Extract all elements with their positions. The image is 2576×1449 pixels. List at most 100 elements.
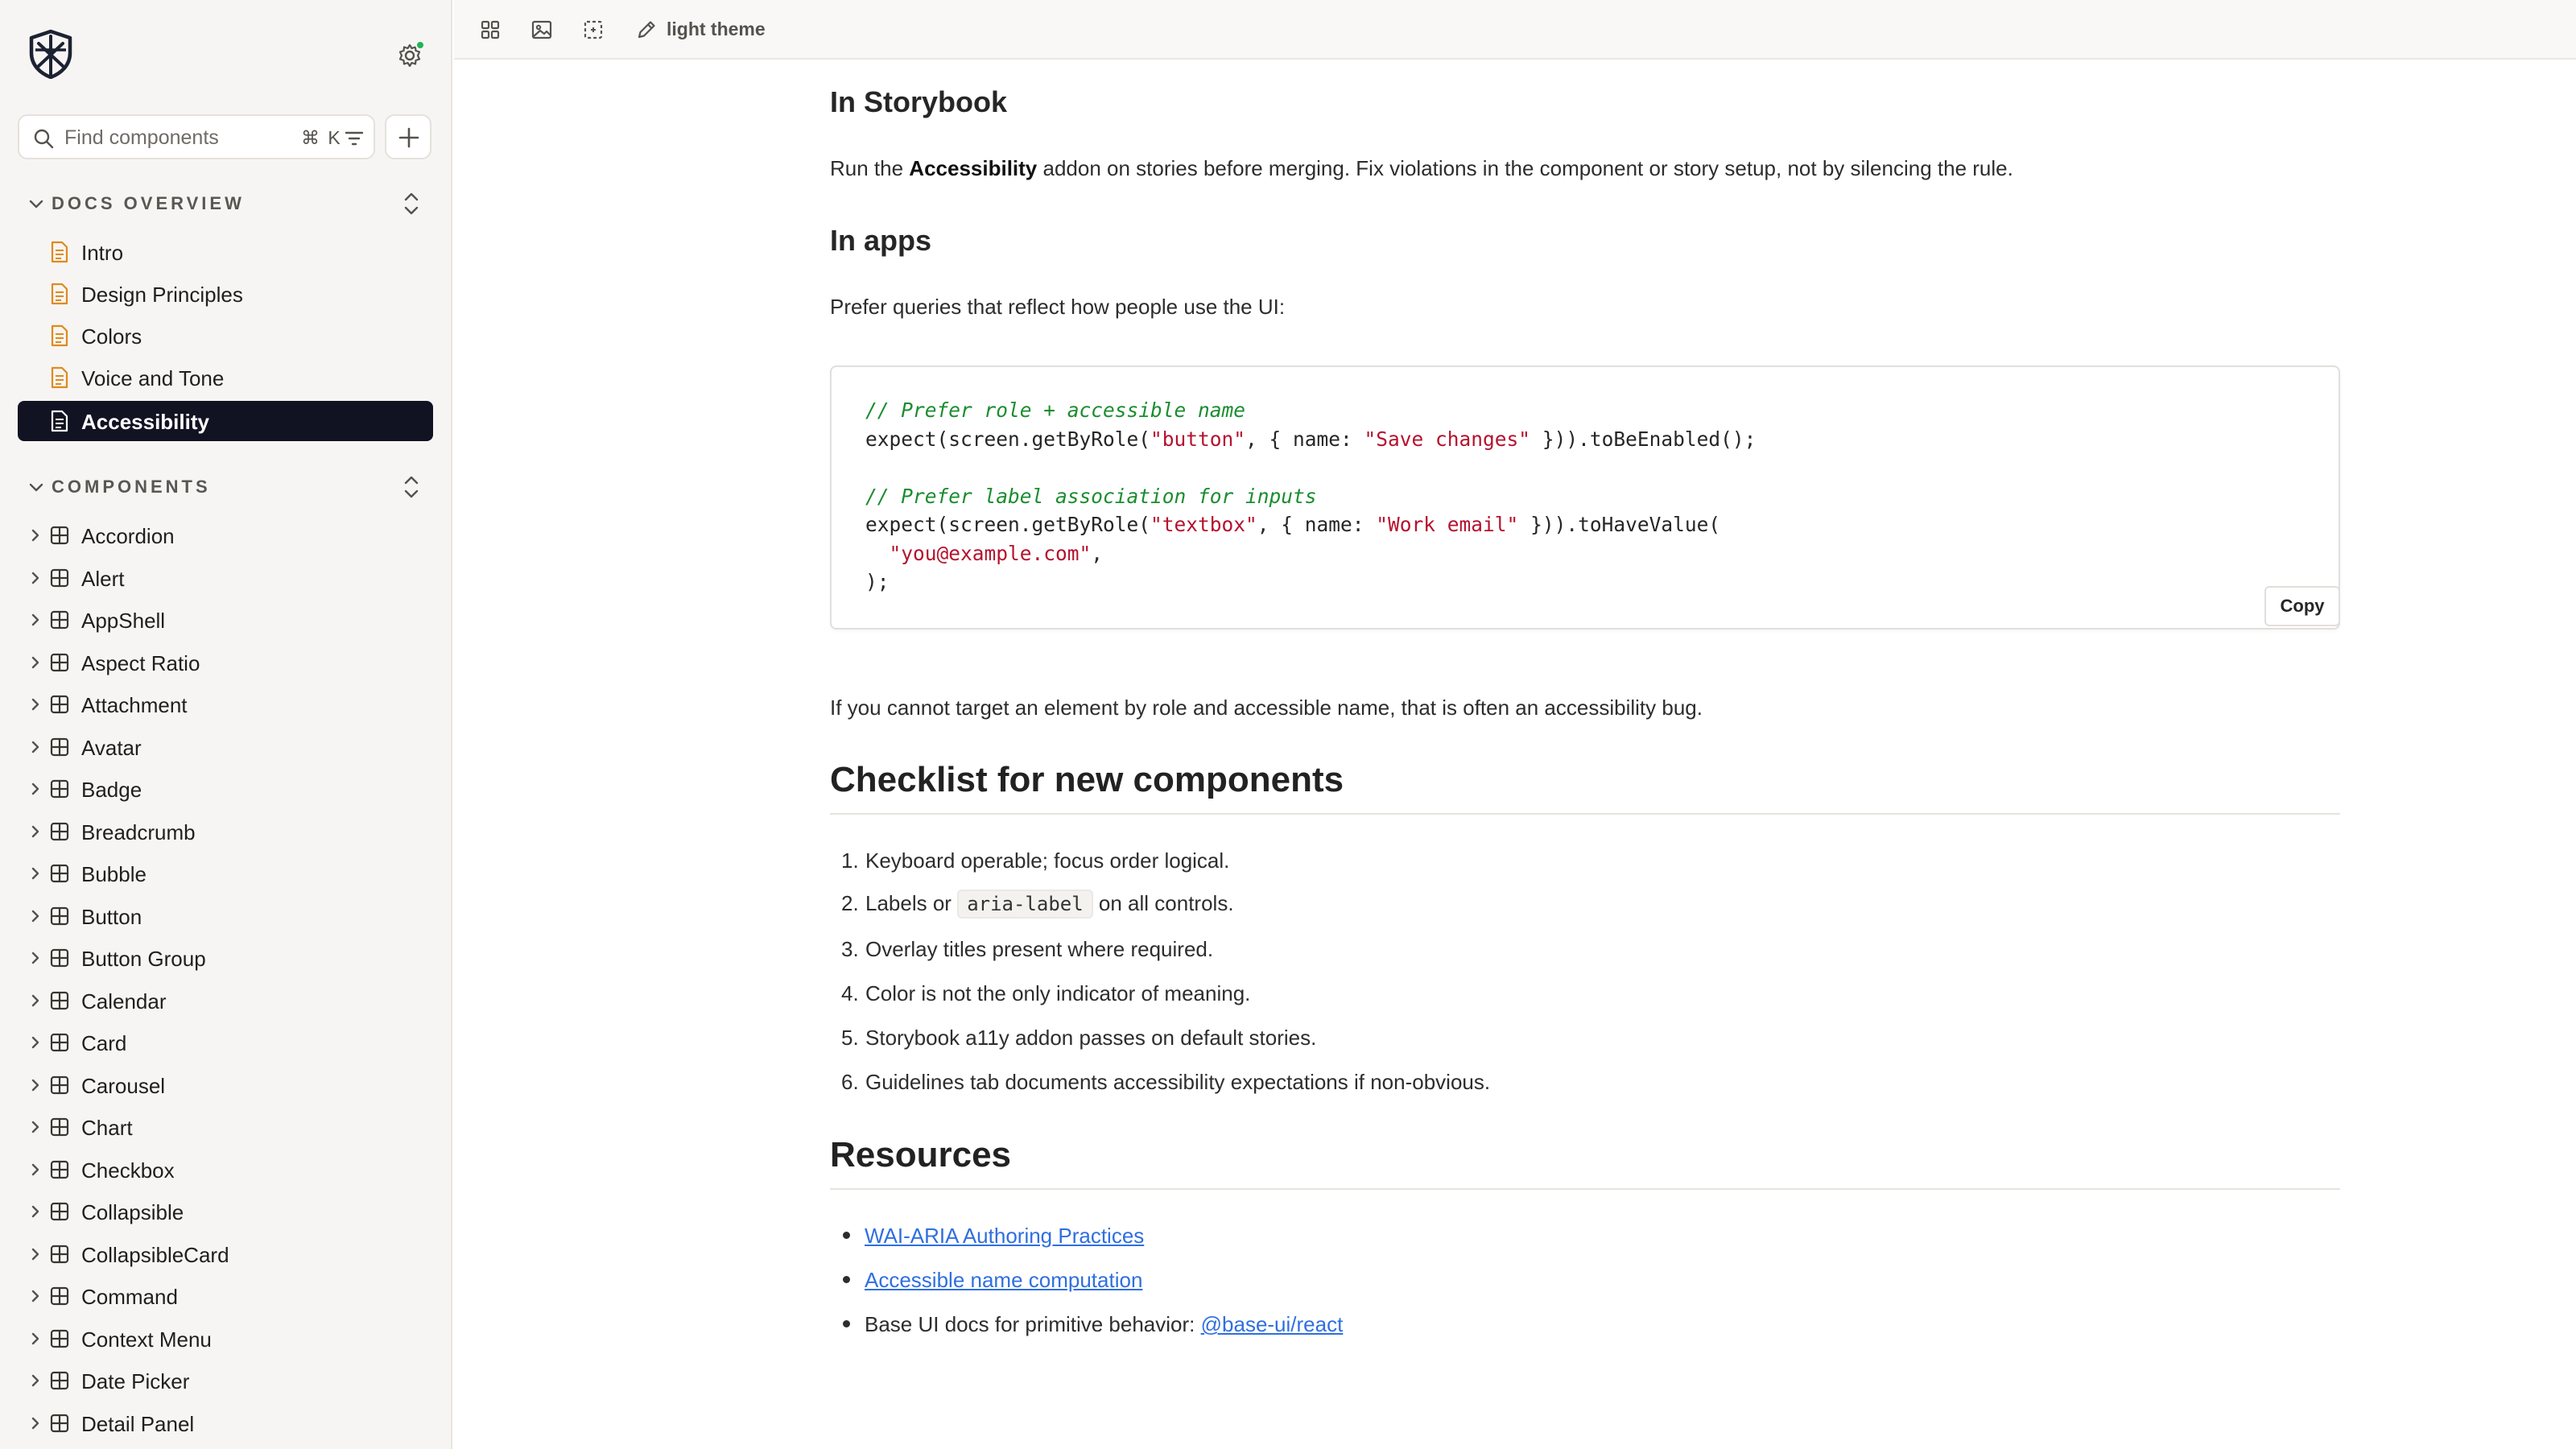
sidebar-component-label: Calendar [81, 989, 167, 1013]
sidebar-component-label: Command [81, 1285, 178, 1309]
document-icon [51, 324, 68, 347]
document-icon [51, 283, 68, 305]
brand-logo[interactable] [27, 29, 74, 80]
sidebar-component-item[interactable]: Collapsible [18, 1191, 433, 1232]
checklist-item: 2. Labels or aria-label on all controls. [841, 890, 1234, 919]
base-ui-link[interactable]: @base-ui/react [1201, 1312, 1344, 1336]
chevron-right-icon[interactable] [27, 1372, 43, 1389]
heading-in-storybook: In Storybook [830, 85, 1008, 118]
sidebar-component-item[interactable]: Detail Panel [18, 1403, 433, 1443]
chevron-right-icon[interactable] [27, 1330, 43, 1348]
sidebar-component-item[interactable]: Accordion [18, 515, 433, 555]
chevron-down-icon [29, 200, 43, 208]
sidebar-doc-item[interactable]: Colors [18, 316, 433, 356]
collapse-toggle-icon[interactable] [401, 472, 422, 502]
target-paragraph: If you cannot target an element by role … [830, 696, 1703, 720]
filter-icon[interactable] [343, 127, 365, 150]
measure-frame-icon[interactable] [581, 18, 605, 42]
chevron-right-icon[interactable] [27, 569, 43, 587]
sidebar-component-label: Avatar [81, 736, 142, 760]
component-grid-icon [50, 1202, 69, 1221]
heading-in-apps: In apps [830, 224, 932, 257]
chevron-right-icon[interactable] [27, 823, 43, 840]
status-dot [415, 40, 425, 50]
sidebar-component-item[interactable]: Bubble [18, 853, 433, 894]
chevron-right-icon[interactable] [27, 1203, 43, 1220]
sidebar-component-item[interactable]: Carousel [18, 1065, 433, 1105]
sidebar-component-item[interactable]: Calendar [18, 980, 433, 1021]
component-grid-icon [50, 779, 69, 799]
component-grid-icon [50, 948, 69, 968]
collapse-toggle-icon[interactable] [401, 188, 422, 219]
sidebar-component-item[interactable]: AppShell [18, 600, 433, 640]
resource-item: Base UI docs for primitive behavior: @ba… [843, 1312, 1343, 1337]
sidebar-component-item[interactable]: CollapsibleCard [18, 1234, 433, 1274]
resource-item: WAI-ARIA Authoring Practices [843, 1224, 1144, 1249]
search-shortcut: ⌘ K [301, 127, 342, 148]
components-header[interactable]: COMPONENTS [27, 472, 430, 504]
sidebar-component-item[interactable]: Command [18, 1276, 433, 1316]
sidebar-doc-label: Colors [81, 324, 142, 349]
component-grid-icon [50, 737, 69, 757]
search-input[interactable]: Find components ⌘ K [18, 114, 375, 159]
sidebar-component-item[interactable]: Alert [18, 558, 433, 598]
sidebar-doc-item[interactable]: Voice and Tone [18, 357, 433, 398]
chevron-right-icon[interactable] [27, 1118, 43, 1136]
sidebar-component-label: AppShell [81, 609, 166, 633]
chevron-right-icon[interactable] [27, 1076, 43, 1094]
chevron-right-icon[interactable] [27, 907, 43, 925]
sidebar-doc-item[interactable]: Accessibility [18, 401, 433, 441]
component-grid-icon [50, 653, 69, 672]
sidebar-doc-item[interactable]: Design Principles [18, 274, 433, 314]
sidebar-component-item[interactable]: Button Group [18, 938, 433, 978]
chevron-right-icon[interactable] [27, 1034, 43, 1051]
sidebar-component-label: Collapsible [81, 1200, 184, 1224]
chevron-right-icon[interactable] [27, 1414, 43, 1432]
sidebar-component-item[interactable]: Checkbox [18, 1150, 433, 1190]
sidebar-component-item[interactable]: Button [18, 896, 433, 936]
copy-button[interactable]: Copy [2264, 586, 2340, 626]
sidebar-component-item[interactable]: Breadcrumb [18, 811, 433, 852]
grid-view-icon[interactable] [478, 18, 502, 42]
chevron-right-icon[interactable] [27, 1161, 43, 1179]
docs-overview-header[interactable]: DOCS OVERVIEW [27, 188, 430, 221]
sidebar-doc-item[interactable]: Intro [18, 232, 433, 272]
component-grid-icon [50, 1371, 69, 1390]
chevron-right-icon[interactable] [27, 949, 43, 967]
sidebar-component-item[interactable]: Card [18, 1022, 433, 1063]
component-grid-icon [50, 695, 69, 714]
sidebar-component-item[interactable]: Badge [18, 769, 433, 809]
chevron-right-icon[interactable] [27, 780, 43, 798]
sidebar-component-label: Detail Panel [81, 1412, 195, 1436]
image-icon[interactable] [530, 18, 554, 42]
inline-code: aria-label [957, 890, 1093, 919]
toolbar: light theme [454, 0, 2576, 60]
chevron-right-icon[interactable] [27, 738, 43, 756]
sidebar-component-item[interactable]: Aspect Ratio [18, 642, 433, 683]
component-grid-icon [50, 822, 69, 841]
sidebar-component-label: Chart [81, 1116, 133, 1140]
sidebar-component-item[interactable]: Attachment [18, 684, 433, 724]
chevron-right-icon[interactable] [27, 526, 43, 544]
chevron-right-icon[interactable] [27, 696, 43, 713]
wai-aria-link[interactable]: WAI-ARIA Authoring Practices [865, 1224, 1144, 1248]
sidebar-component-item[interactable]: Date Picker [18, 1360, 433, 1401]
sidebar-component-item[interactable]: Chart [18, 1107, 433, 1147]
component-grid-icon [50, 1329, 69, 1348]
sidebar-component-item[interactable]: Avatar [18, 727, 433, 767]
component-grid-icon [50, 1286, 69, 1306]
chevron-right-icon[interactable] [27, 1245, 43, 1263]
component-grid-icon [50, 1414, 69, 1433]
add-button[interactable] [385, 114, 431, 159]
theme-label: light theme [667, 19, 766, 39]
sidebar-component-label: Breadcrumb [81, 820, 196, 844]
chevron-right-icon[interactable] [27, 865, 43, 882]
checklist-item: 5. Storybook a11y addon passes on default… [841, 1026, 1317, 1050]
sidebar-component-label: Button Group [81, 947, 206, 971]
sidebar-component-item[interactable]: Context Menu [18, 1319, 433, 1359]
chevron-right-icon[interactable] [27, 992, 43, 1009]
accessible-name-link[interactable]: Accessible name computation [865, 1268, 1142, 1292]
chevron-right-icon[interactable] [27, 611, 43, 629]
chevron-right-icon[interactable] [27, 1287, 43, 1305]
chevron-right-icon[interactable] [27, 654, 43, 671]
